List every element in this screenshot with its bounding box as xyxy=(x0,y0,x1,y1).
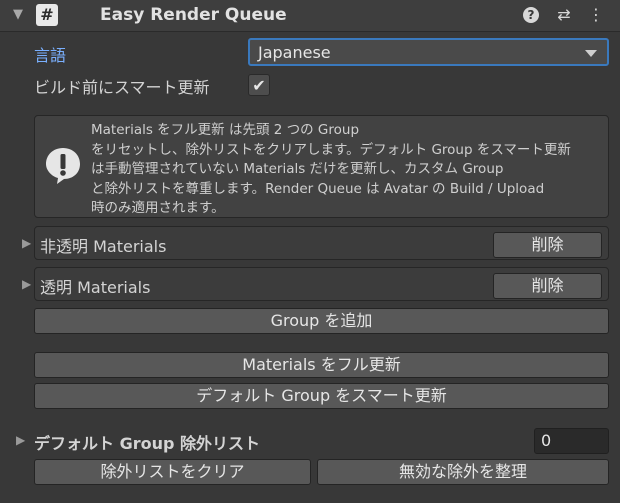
delete-group-transparent-button[interactable]: 削除 xyxy=(493,273,602,299)
preset-icon[interactable]: ⇄ xyxy=(555,5,573,25)
help-line: Materials をフル更新 は先頭 2 つの Group xyxy=(91,122,360,138)
exclusion-list-label[interactable]: デフォルト Group 除外リスト xyxy=(34,430,260,454)
group-opaque-label[interactable]: 非透明 Materials xyxy=(40,233,166,257)
full-update-materials-button[interactable]: Materials をフル更新 xyxy=(34,352,609,378)
cleanup-invalid-exclusions-button[interactable]: 無効な除外を整理 xyxy=(317,459,609,485)
help-line: は手動管理されていない Materials だけを更新し、カスタム Group xyxy=(91,161,504,177)
exclusion-count-field[interactable]: 0 xyxy=(534,428,609,454)
checkmark-icon: ✔ xyxy=(252,76,266,95)
language-dropdown-value: Japanese xyxy=(258,43,331,62)
component-script-icon: # xyxy=(36,4,58,26)
warning-icon xyxy=(46,148,80,184)
expand-arrow-icon[interactable]: ▶ xyxy=(22,236,31,250)
language-dropdown[interactable]: Japanese xyxy=(248,38,609,66)
delete-group-opaque-button[interactable]: 削除 xyxy=(493,232,602,258)
expand-arrow-icon[interactable]: ▶ xyxy=(22,277,31,291)
group-transparent-label[interactable]: 透明 Materials xyxy=(40,274,150,298)
smart-update-default-group-button[interactable]: デフォルト Group をスマート更新 xyxy=(34,383,609,409)
help-line: 時のみ適用されます。 xyxy=(91,200,225,216)
clear-exclusion-list-button[interactable]: 除外リストをクリア xyxy=(34,459,311,485)
add-group-button[interactable]: Group を追加 xyxy=(34,308,609,334)
language-label: 言語 xyxy=(34,46,67,65)
fold-arrow-icon[interactable]: ▼ xyxy=(13,7,23,22)
component-title: Easy Render Queue xyxy=(100,5,287,25)
chevron-down-icon xyxy=(585,50,597,57)
smart-update-before-build-checkbox[interactable]: ✔ xyxy=(248,74,270,96)
help-text: Materials をフル更新 は先頭 2 つの Group をリセットし、除外… xyxy=(91,121,603,219)
help-icon[interactable]: ? xyxy=(523,7,539,23)
help-line: をリセットし、除外リストをクリアします。デフォルト Group をスマート更新 xyxy=(91,141,571,158)
expand-arrow-icon[interactable]: ▶ xyxy=(16,433,25,447)
smart-update-before-build-label: ビルド前にスマート更新 xyxy=(34,78,210,97)
help-line: と除外リストを尊重します。Render Queue は Avatar の Bui… xyxy=(91,180,545,197)
more-menu-icon[interactable]: ⋮ xyxy=(587,5,605,25)
